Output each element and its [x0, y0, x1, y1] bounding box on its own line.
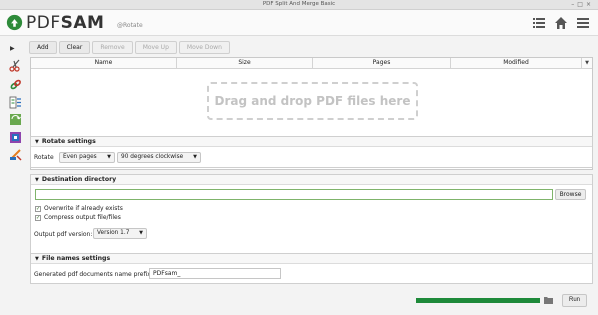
chevron-down-icon: ▼ — [107, 154, 111, 160]
collapse-arrow-icon[interactable]: ▼ — [35, 256, 39, 262]
column-header-modified[interactable]: Modified — [451, 58, 582, 68]
menu-icon[interactable] — [576, 16, 590, 30]
rotate-icon[interactable] — [9, 113, 22, 126]
current-module-label: @Rotate — [117, 22, 143, 29]
window-controls[interactable]: –□× — [571, 1, 594, 8]
rotate-settings-header[interactable]: ▼ Rotate settings — [31, 137, 592, 147]
collapse-arrow-icon[interactable]: ▼ — [35, 177, 39, 183]
pdf-version-label: Output pdf version: — [34, 231, 93, 238]
prefix-label: Generated pdf documents name prefix: — [34, 271, 153, 278]
collapse-arrow-icon[interactable]: ▼ — [35, 139, 39, 145]
pdfsam-logo-icon — [6, 14, 23, 31]
app-header: PDFSAM @Rotate — [0, 10, 598, 36]
chevron-down-icon: ▼ — [139, 230, 143, 236]
run-button[interactable]: Run — [562, 294, 587, 307]
rotation-degrees-select[interactable]: 90 degrees clockwise ▼ — [117, 152, 201, 163]
clear-button[interactable]: Clear — [58, 41, 91, 54]
column-header-name[interactable]: Name — [31, 58, 177, 68]
merge-icon[interactable] — [9, 78, 22, 91]
column-menu-icon[interactable]: ▼ — [582, 58, 592, 68]
selection-toolbar: Add Clear Remove Move Up Move Down — [29, 41, 230, 55]
remove-button[interactable]: Remove — [92, 41, 133, 54]
prefix-input[interactable]: PDFsam_ — [149, 268, 281, 279]
overwrite-checkbox[interactable]: ✓ — [35, 206, 41, 212]
expand-arrow-icon[interactable]: ▶ — [10, 45, 15, 52]
rotate-settings-panel: ▼ Rotate settings Rotate Even pages ▼ 90 d… — [30, 136, 593, 168]
close-icon[interactable]: × — [586, 1, 594, 8]
left-toolbar: ▶ — [0, 37, 27, 315]
alternate-mix-icon[interactable] — [9, 131, 22, 144]
split-icon[interactable] — [9, 59, 22, 72]
column-header-pages[interactable]: Pages — [313, 58, 451, 68]
folder-icon[interactable] — [544, 296, 553, 304]
compress-checkbox[interactable]: ✓ — [35, 215, 41, 221]
pdf-version-select[interactable]: Version 1.7 ▼ — [93, 228, 147, 239]
browse-button[interactable]: Browse — [555, 189, 586, 200]
rotate-label: Rotate — [34, 154, 54, 161]
app-logo-text: PDFSAM — [26, 13, 105, 33]
add-button[interactable]: Add — [29, 41, 57, 54]
compress-label: Compress output file/files — [44, 214, 121, 221]
move-up-button[interactable]: Move Up — [134, 41, 177, 54]
rotate-pages-select[interactable]: Even pages ▼ — [59, 152, 115, 163]
table-header: Name Size Pages Modified ▼ — [31, 58, 592, 69]
file-names-settings-panel: ▼ File names settings Generated pdf docum… — [30, 253, 593, 284]
column-header-size[interactable]: Size — [177, 58, 313, 68]
extract-pages-icon[interactable] — [9, 96, 22, 109]
chevron-down-icon: ▼ — [193, 154, 197, 160]
destination-directory-header[interactable]: ▼ Destination directory — [31, 175, 592, 185]
header-actions — [532, 16, 590, 30]
window-title: PDF Split And Merge Basic — [262, 1, 336, 7]
overwrite-label: Overwrite if already exists — [44, 205, 123, 212]
home-icon[interactable] — [554, 16, 568, 30]
list-icon[interactable] — [532, 16, 546, 30]
split-by-bookmarks-icon[interactable] — [9, 148, 22, 161]
destination-directory-input[interactable] — [35, 189, 553, 200]
maximize-icon[interactable]: □ — [577, 1, 586, 8]
drop-zone[interactable]: Drag and drop PDF files here — [207, 82, 418, 120]
window-titlebar: PDF Split And Merge Basic –□× — [0, 0, 598, 10]
move-down-button[interactable]: Move Down — [178, 41, 230, 54]
file-names-settings-header[interactable]: ▼ File names settings — [31, 254, 592, 264]
progress-bar — [416, 298, 540, 303]
